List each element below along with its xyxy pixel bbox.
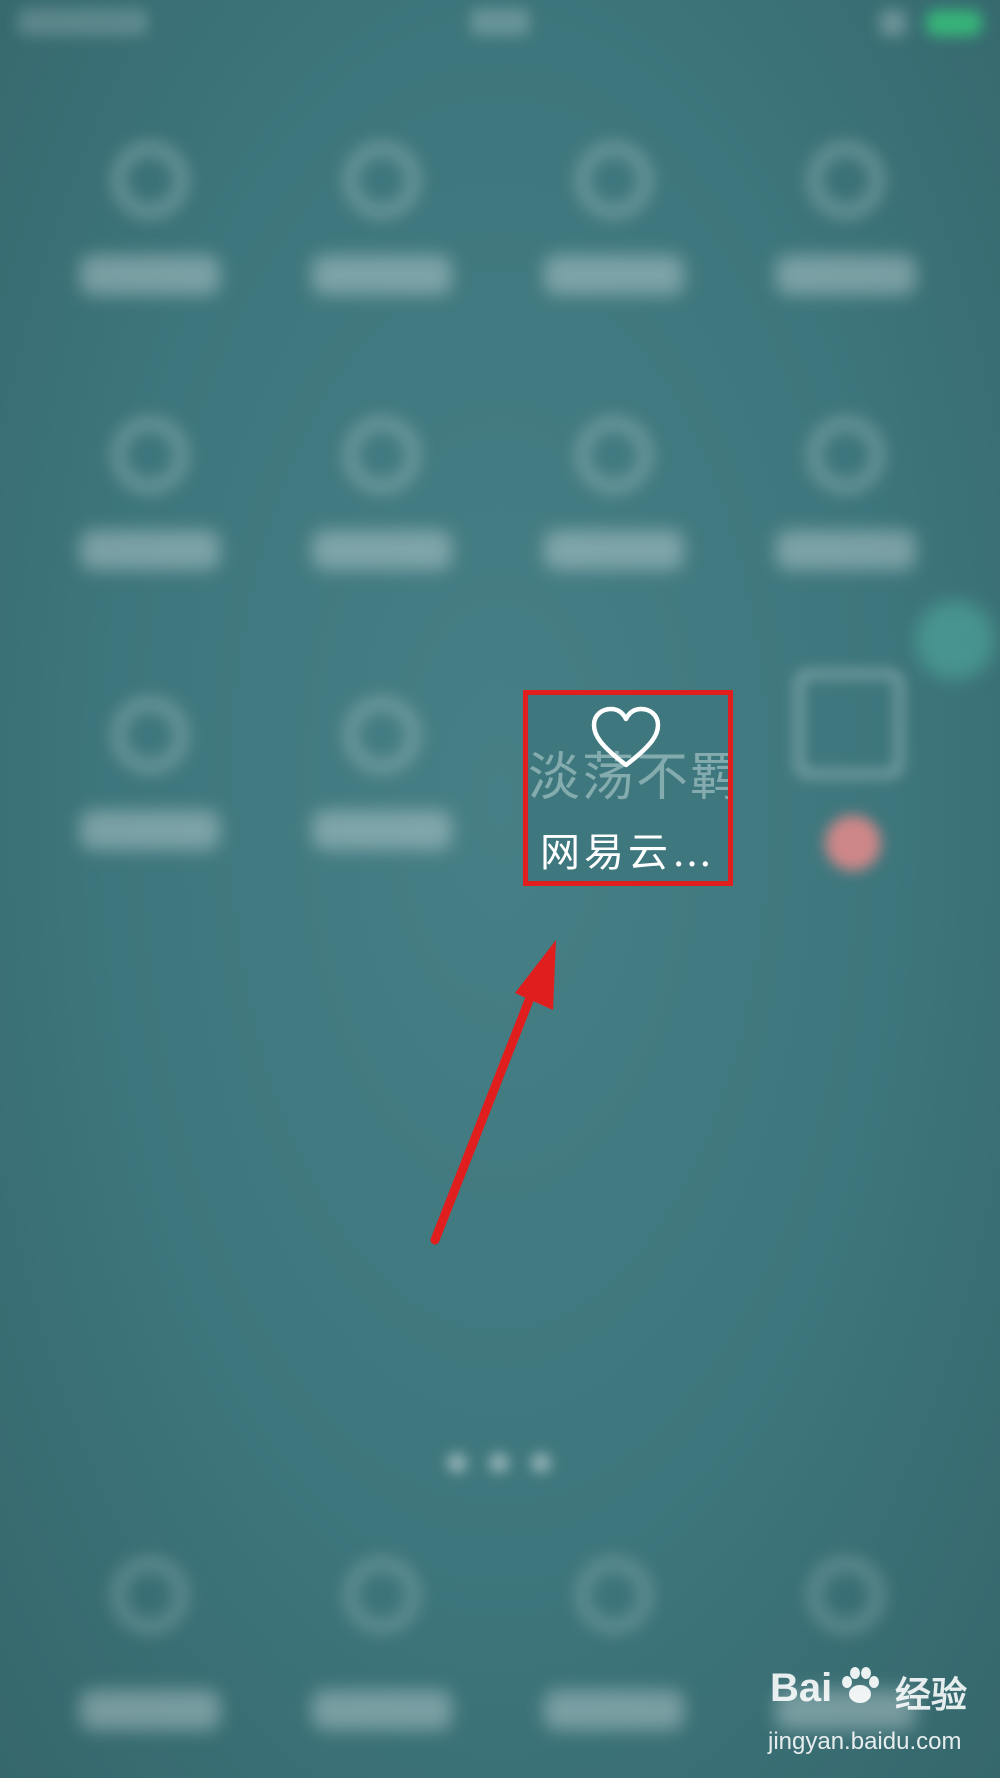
notification-badge — [825, 815, 881, 871]
app-glyph-icon — [115, 145, 185, 215]
app-label — [776, 255, 916, 295]
watermark-brand: Bai — [770, 1666, 833, 1710]
status-time — [470, 8, 530, 36]
app-label — [80, 530, 220, 570]
carrier-info — [18, 8, 148, 36]
phone-icon — [115, 1560, 185, 1630]
watermark-brand-cn: 经验 — [895, 1675, 968, 1716]
baidu-watermark: Bai 经验 jingyan.baidu.com — [760, 1658, 990, 1768]
dock-messages[interactable] — [272, 1560, 492, 1760]
app-label — [80, 255, 220, 295]
home-screen: 淡荡不羁 网易云… Bai 经验 jingyan.baidu.com — [0, 0, 1000, 1778]
app-label — [544, 530, 684, 570]
floating-ball[interactable] — [915, 600, 995, 680]
app-label — [312, 255, 452, 295]
app-icon[interactable] — [504, 145, 724, 345]
app-glyph-icon — [347, 700, 417, 770]
browser-icon — [579, 1560, 649, 1630]
app-icon[interactable] — [272, 420, 492, 620]
page-dot — [448, 1454, 466, 1472]
app-glyph-icon — [115, 700, 185, 770]
app-icon[interactable] — [40, 420, 260, 620]
signal-icon — [880, 10, 906, 36]
dock-phone[interactable] — [40, 1560, 260, 1760]
app-icon[interactable] — [736, 145, 956, 345]
page-dot — [532, 1454, 550, 1472]
app-label — [312, 530, 452, 570]
netease-music-app[interactable]: 淡荡不羁 网易云… — [523, 690, 733, 886]
watermark-url: jingyan.baidu.com — [768, 1728, 962, 1755]
app-glyph-icon — [579, 145, 649, 215]
app-glyph-icon — [115, 420, 185, 490]
app-label — [312, 810, 452, 850]
heart-icon — [591, 706, 661, 768]
message-icon — [347, 1560, 417, 1630]
baidu-paw-icon — [842, 1667, 879, 1703]
app-icon[interactable] — [40, 145, 260, 345]
app-label — [544, 255, 684, 295]
app-glyph-icon — [347, 145, 417, 215]
app-icon[interactable] — [736, 420, 956, 620]
app-glyph-icon — [811, 420, 881, 490]
page-indicator — [440, 1448, 560, 1478]
app-icon[interactable] — [40, 700, 260, 900]
dock-label — [80, 1690, 220, 1730]
app-label — [80, 810, 220, 850]
page-dot — [490, 1454, 508, 1472]
dock-label — [312, 1690, 452, 1730]
battery-icon — [926, 10, 982, 36]
app-icon[interactable] — [504, 420, 724, 620]
app-icon[interactable] — [272, 145, 492, 345]
app-icon[interactable] — [272, 700, 492, 900]
app-label — [776, 530, 916, 570]
app-glyph-icon — [811, 145, 881, 215]
app-glyph-icon — [347, 420, 417, 490]
gallery-icon[interactable] — [795, 670, 903, 778]
dock-browser[interactable] — [504, 1560, 724, 1760]
status-bar — [0, 0, 1000, 50]
app-label: 网易云… — [540, 830, 716, 876]
app-glyph-icon — [579, 420, 649, 490]
dock-label — [544, 1690, 684, 1730]
camera-icon — [811, 1560, 881, 1630]
